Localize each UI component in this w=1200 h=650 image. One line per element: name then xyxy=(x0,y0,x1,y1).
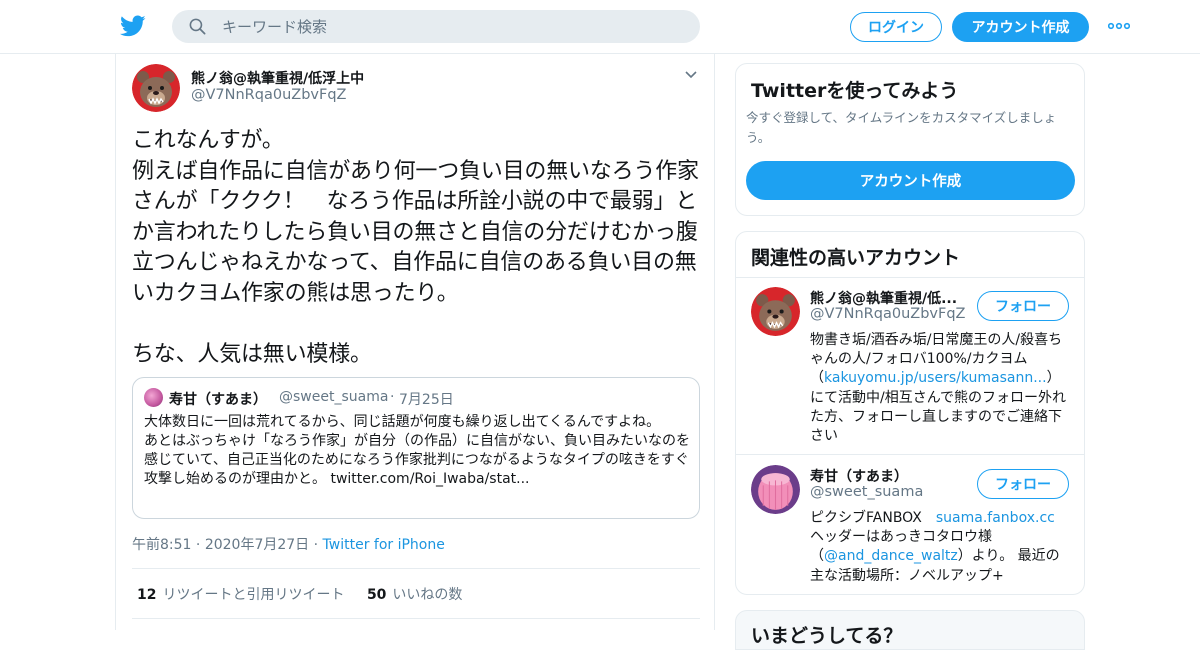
account-bio: 物書き垢/酒呑み垢/日常魔王の人/殺喜ちゃんの人/フォロバ100%/カクヨム（k… xyxy=(810,331,1072,446)
follow-button[interactable]: フォロー xyxy=(977,469,1069,499)
meta-separator: · xyxy=(313,537,319,553)
account-handle[interactable]: @V7NnRqa0uZbvFqZ xyxy=(810,306,965,322)
author-avatar[interactable] xyxy=(132,64,180,112)
tweet-stats: 12 リツイートと引用リツイート 50 いいねの数 xyxy=(137,584,462,604)
follow-button[interactable]: フォロー xyxy=(977,291,1069,321)
author-handle[interactable]: @V7NnRqa0uZbvFqZ xyxy=(191,87,346,103)
twitter-bird-icon[interactable] xyxy=(120,13,146,39)
promo-signup-button[interactable]: アカウント作成 xyxy=(746,161,1075,200)
quote-author-handle: @sweet_suama xyxy=(279,389,389,405)
bio-text: ピクシブFANBOX xyxy=(810,510,936,526)
quote-date: 7月25日 xyxy=(399,392,454,408)
like-stat[interactable]: 50 いいねの数 xyxy=(367,587,462,603)
quote-separator: · xyxy=(390,389,395,405)
account-name[interactable]: 熊ノ翁@執筆重視/低... xyxy=(810,288,957,308)
account-avatar[interactable] xyxy=(751,287,800,336)
meta-separator: · xyxy=(195,537,201,553)
promo-subtitle: 今すぐ登録して、タイムラインをカスタマイズしましょう。 xyxy=(746,110,1057,145)
tweet-detail: 熊ノ翁@執筆重視/低浮上中 @V7NnRqa0uZbvFqZ これなんすが。 例… xyxy=(115,54,715,630)
like-count: 50 xyxy=(366,587,387,603)
top-bar: ログイン アカウント作成 xyxy=(0,0,1200,54)
retweet-stat[interactable]: 12 リツイートと引用リツイート xyxy=(137,587,344,603)
tweet-date[interactable]: 2020年7月27日 xyxy=(205,537,309,553)
bio-link[interactable]: suama.fanbox.cc xyxy=(936,510,1055,526)
trends-card: いまどうしてる？ xyxy=(735,610,1085,650)
bio-link[interactable]: kakuyomu.jp/users/kumasann... xyxy=(824,370,1047,386)
search-input[interactable] xyxy=(222,10,682,43)
divider xyxy=(736,454,1084,455)
retweet-label: リツイートと引用リツイート xyxy=(162,587,345,603)
divider xyxy=(736,277,1084,278)
signup-promo-card: Twitterを使ってみよう 今すぐ登録して、タイムラインをカスタマイズしましょ… xyxy=(735,63,1085,216)
account-handle[interactable]: @sweet_suama xyxy=(810,484,923,500)
bio-mention-link[interactable]: @and_dance_waltz xyxy=(824,548,958,564)
login-button[interactable]: ログイン xyxy=(850,12,942,42)
tweet-meta: 午前8:51 · 2020年7月27日 · Twitter for iPhone xyxy=(132,534,445,554)
bear-avatar-icon xyxy=(751,287,800,336)
divider xyxy=(132,618,700,619)
search-box[interactable] xyxy=(172,10,700,43)
related-title: 関連性の高いアカウント xyxy=(751,247,961,269)
sweet-avatar-icon xyxy=(751,465,800,514)
account-avatar[interactable] xyxy=(751,465,800,514)
account-bio: ピクシブFANBOX suama.fanbox.cc ヘッダーはあっきコタロウ様（… xyxy=(810,509,1072,586)
more-options-icon[interactable] xyxy=(1108,22,1130,30)
retweet-count: 12 xyxy=(137,587,157,603)
chevron-down-icon[interactable] xyxy=(684,70,698,80)
divider xyxy=(132,568,700,569)
quoted-tweet[interactable]: 寿甘（すあま） @sweet_suama · 7月25日 大体数日に一回は荒れて… xyxy=(132,377,700,519)
quote-avatar xyxy=(144,388,163,407)
author-name[interactable]: 熊ノ翁@執筆重視/低浮上中 xyxy=(191,68,364,88)
signup-button[interactable]: アカウント作成 xyxy=(952,12,1089,42)
like-label: いいねの数 xyxy=(392,587,463,603)
quote-text: 大体数日に一回は荒れてるから、同じ話題が何度も繰り返し出てくるんですよね。 あと… xyxy=(144,414,690,487)
tweet-time[interactable]: 午前8:51 xyxy=(132,537,191,553)
promo-title: Twitterを使ってみよう xyxy=(751,80,959,102)
bear-avatar-icon xyxy=(132,64,180,112)
related-accounts-card: 関連性の高いアカウント 熊ノ翁@執筆重視/低... @V7NnRqa0uZbvF… xyxy=(735,231,1085,595)
search-icon xyxy=(189,18,206,35)
tweet-source-link[interactable]: Twitter for iPhone xyxy=(323,537,445,553)
trends-title: いまどうしてる？ xyxy=(751,625,903,647)
account-name[interactable]: 寿甘（すあま） xyxy=(810,466,908,486)
quote-author-name: 寿甘（すあま） xyxy=(169,392,267,408)
tweet-text: これなんすが。 例えば自作品に自信があり何一つ負い目の無いなろう作家さんが「クク… xyxy=(132,128,699,367)
